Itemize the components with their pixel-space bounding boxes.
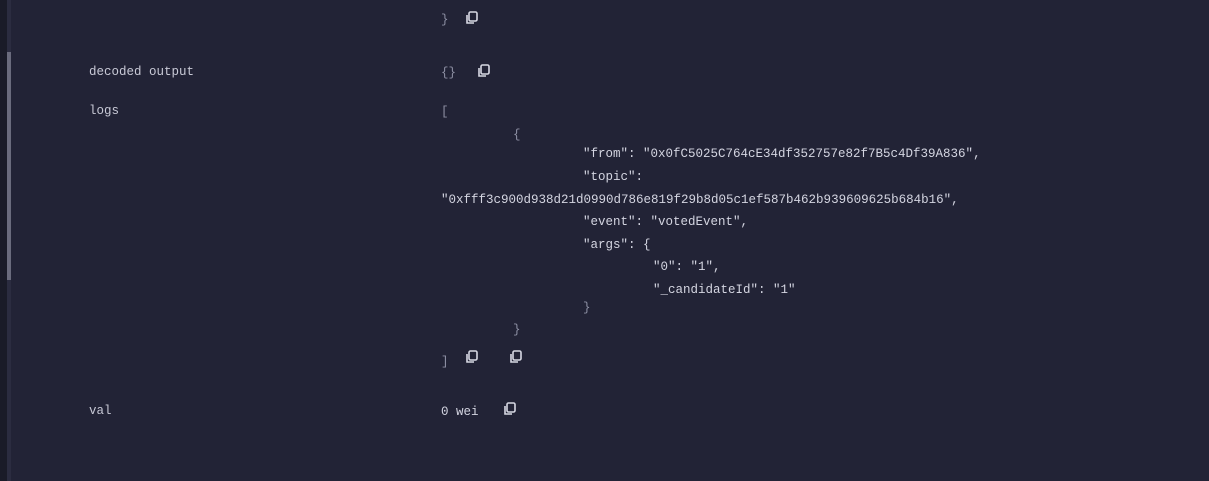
copy-icon[interactable] [465,11,479,25]
copy-icon[interactable] [503,402,517,416]
val-label: val [89,404,112,418]
log-arg-0: "0": "1", [653,260,721,274]
copy-icon[interactable] [477,64,491,78]
log-topic-key: "topic": [583,170,644,184]
left-gutter [0,0,7,481]
log-args-close: } [583,301,591,315]
copy-icon[interactable] [465,350,479,364]
previous-closing-brace: } [441,13,449,27]
copy-icon[interactable] [509,350,523,364]
logs-label: logs [89,104,120,118]
log-topic-value: "0xfff3c900d938d21d0990d786e819f29b8d05c… [441,193,959,207]
decoded-output-value: {} [441,66,457,80]
logs-close-bracket: ] [441,355,449,369]
log-event-line: "event": "votedEvent", [583,215,749,229]
log-from-line: "from": "0x0fC5025C764cE34df352757e82f7B… [583,147,981,161]
scrollbar-thumb[interactable] [7,52,11,280]
logs-open-brace: { [513,128,521,142]
decoded-output-label: decoded output [89,65,195,79]
logs-close-brace: } [513,323,521,337]
logs-open-bracket: [ [441,105,449,119]
val-value: 0 wei [441,405,479,419]
log-args-key: "args": { [583,238,651,252]
log-arg-candidate-id: "_candidateId": "1" [653,283,796,297]
